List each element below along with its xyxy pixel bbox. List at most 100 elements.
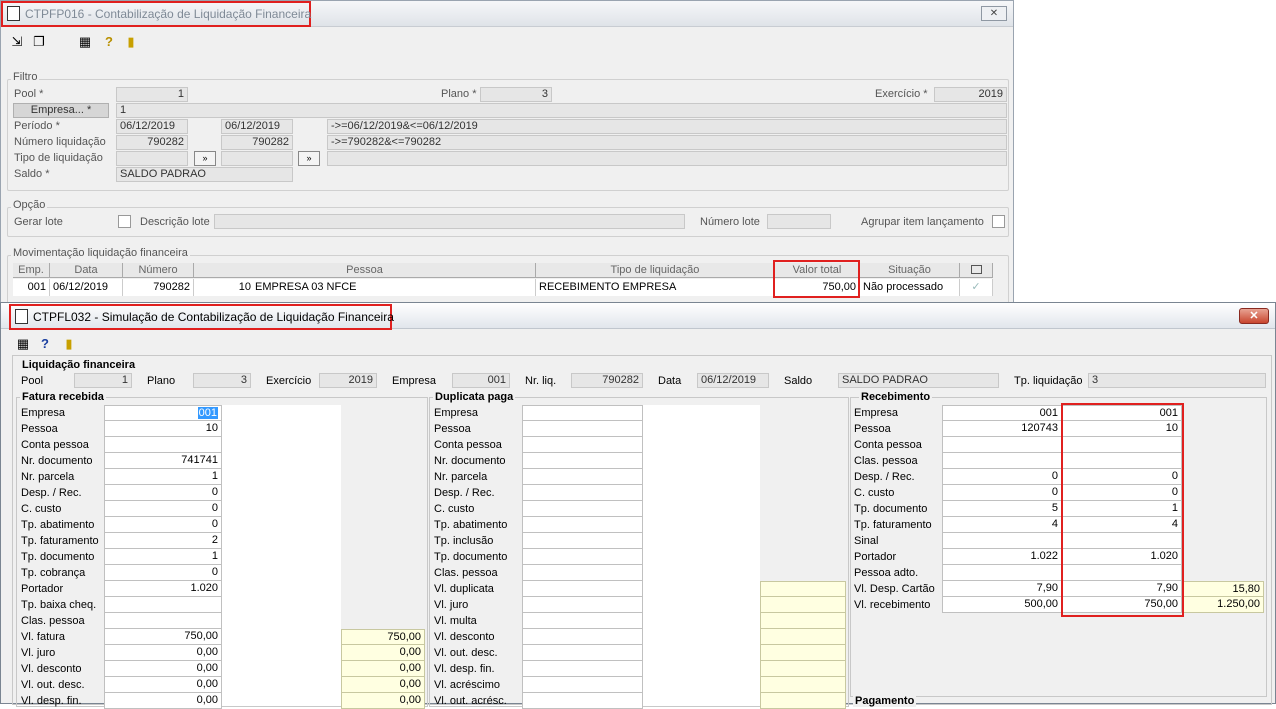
recebimento-row-value-a[interactable]: 120743	[942, 421, 1062, 437]
recebimento-row-value-a[interactable]: 4	[942, 517, 1062, 533]
duplicata-row-value[interactable]	[522, 565, 643, 581]
fatura-row-value[interactable]: 001	[104, 405, 222, 421]
duplicata-row-value[interactable]	[522, 581, 643, 597]
numero-lote-field[interactable]	[767, 214, 831, 229]
recebimento-row-value-a[interactable]: 0	[942, 485, 1062, 501]
fatura-row-value[interactable]: 1	[104, 469, 222, 485]
grid-icon[interactable]: ▦	[77, 34, 93, 50]
fatura-row-value[interactable]: 10	[104, 421, 222, 437]
fatura-row-value[interactable]: 1.020	[104, 581, 222, 597]
duplicata-row-value[interactable]	[522, 421, 643, 437]
tipo-from-field[interactable]	[116, 151, 188, 166]
tipo-to-lookup-button[interactable]: »	[298, 151, 320, 166]
tipo-from-lookup-button[interactable]: »	[194, 151, 216, 166]
help-icon[interactable]: ?	[37, 336, 53, 352]
periodo-from-field[interactable]: 06/12/2019	[116, 119, 188, 134]
recebimento-row-value-a[interactable]: 001	[942, 405, 1062, 421]
recebimento-row-value-a[interactable]: 500,00	[942, 597, 1062, 613]
plano-field[interactable]: 3	[480, 87, 552, 102]
duplicata-row-value[interactable]	[522, 645, 643, 661]
duplicata-row-value[interactable]	[522, 453, 643, 469]
descricao-lote-field[interactable]	[214, 214, 685, 229]
empresa-field[interactable]: 1	[116, 103, 1007, 118]
exit-door-icon[interactable]: ▮	[61, 336, 77, 352]
grid-icon[interactable]: ▦	[15, 336, 31, 352]
duplicata-row-label: Vl. out. desc.	[434, 647, 498, 659]
fatura-row-value[interactable]: 0,00	[104, 677, 222, 693]
duplicata-row-value[interactable]	[522, 661, 643, 677]
tipo-to-field[interactable]	[221, 151, 293, 166]
duplicata-row-value[interactable]	[522, 469, 643, 485]
exercicio-field[interactable]: 2019	[934, 87, 1007, 102]
fatura-row-value[interactable]: 750,00	[104, 629, 222, 645]
empresa-field[interactable]: 001	[452, 373, 510, 388]
recebimento-row-value-a[interactable]	[942, 453, 1062, 469]
data-field[interactable]: 06/12/2019	[697, 373, 769, 388]
col-emp[interactable]: Emp.	[13, 263, 50, 278]
fatura-row-value[interactable]: 1	[104, 549, 222, 565]
help-icon[interactable]: ?	[101, 34, 117, 50]
saldo-field[interactable]: SALDO PADRAO	[116, 167, 293, 182]
agrupar-checkbox[interactable]	[992, 215, 1005, 228]
numero-to-field[interactable]: 790282	[221, 135, 293, 150]
recebimento-row-value-a[interactable]: 0	[942, 469, 1062, 485]
fatura-row-value[interactable]: 0,00	[104, 645, 222, 661]
row-checkbox[interactable]: ✓	[960, 279, 993, 296]
fatura-row-value[interactable]: 741741	[104, 453, 222, 469]
plano-field[interactable]: 3	[193, 373, 251, 388]
duplicata-row-value[interactable]	[522, 677, 643, 693]
fatura-row-value[interactable]: 0	[104, 485, 222, 501]
fatura-row-value[interactable]: 0,00	[104, 661, 222, 677]
exercicio-field[interactable]: 2019	[319, 373, 377, 388]
duplicata-row-value[interactable]	[522, 485, 643, 501]
tpliq-field[interactable]: 3	[1088, 373, 1266, 388]
duplicata-row-value[interactable]	[522, 629, 643, 645]
nrliq-field[interactable]: 790282	[571, 373, 643, 388]
fatura-row-value[interactable]: 0,00	[104, 693, 222, 709]
duplicata-row-value[interactable]	[522, 613, 643, 629]
numero-from-field[interactable]: 790282	[116, 135, 188, 150]
close-button[interactable]: ✕	[1239, 308, 1269, 324]
duplicata-row-value[interactable]	[522, 501, 643, 517]
fatura-row-value[interactable]	[104, 597, 222, 613]
recebimento-row-value-a[interactable]	[942, 533, 1062, 549]
col-select-all[interactable]	[960, 263, 993, 278]
empresa-button[interactable]: Empresa... *	[13, 103, 109, 118]
recebimento-row-value-a[interactable]: 7,90	[942, 581, 1062, 597]
agrupar-label: Agrupar item lançamento	[861, 216, 984, 228]
fatura-row-value[interactable]: 0	[104, 517, 222, 533]
duplicata-row-value[interactable]	[522, 549, 643, 565]
duplicata-row-value[interactable]	[522, 517, 643, 533]
fatura-row-value[interactable]	[104, 437, 222, 453]
col-tipo[interactable]: Tipo de liquidação	[536, 263, 775, 278]
gerar-lote-checkbox[interactable]	[118, 215, 131, 228]
duplicata-row-value[interactable]	[522, 597, 643, 613]
recebimento-row-value-a[interactable]: 5	[942, 501, 1062, 517]
fatura-row-value[interactable]: 0	[104, 501, 222, 517]
periodo-to-field[interactable]: 06/12/2019	[221, 119, 293, 134]
recebimento-row-value-a[interactable]	[942, 565, 1062, 581]
fatura-row-value[interactable]: 0	[104, 565, 222, 581]
saldo-field[interactable]: SALDO PADRAO	[838, 373, 999, 388]
pool-field[interactable]: 1	[116, 87, 188, 102]
fatura-row-value[interactable]: 2	[104, 533, 222, 549]
import-icon[interactable]: ⇲	[9, 34, 25, 50]
duplicata-row-value[interactable]	[522, 693, 643, 709]
duplicata-row-value[interactable]	[522, 437, 643, 453]
duplicata-row-value[interactable]	[522, 533, 643, 549]
exit-door-icon[interactable]: ▮	[123, 34, 139, 50]
pool-field[interactable]: 1	[74, 373, 132, 388]
duplicata-row-label: Nr. parcela	[434, 471, 488, 483]
col-situacao[interactable]: Situação	[860, 263, 960, 278]
simulation-window-title: CTPFL032 - Simulação de Contabilização d…	[33, 310, 394, 324]
recebimento-row-value-a[interactable]: 1.022	[942, 549, 1062, 565]
recebimento-row-value-a[interactable]	[942, 437, 1062, 453]
col-data[interactable]: Data	[50, 263, 123, 278]
cell-numero: 790282	[123, 279, 194, 296]
col-pessoa[interactable]: Pessoa	[194, 263, 536, 278]
col-numero[interactable]: Número	[123, 263, 194, 278]
close-button[interactable]: ✕	[981, 6, 1007, 21]
fatura-row-value[interactable]	[104, 613, 222, 629]
copy-icon[interactable]: ❐	[31, 34, 47, 50]
duplicata-row-value[interactable]	[522, 405, 643, 421]
